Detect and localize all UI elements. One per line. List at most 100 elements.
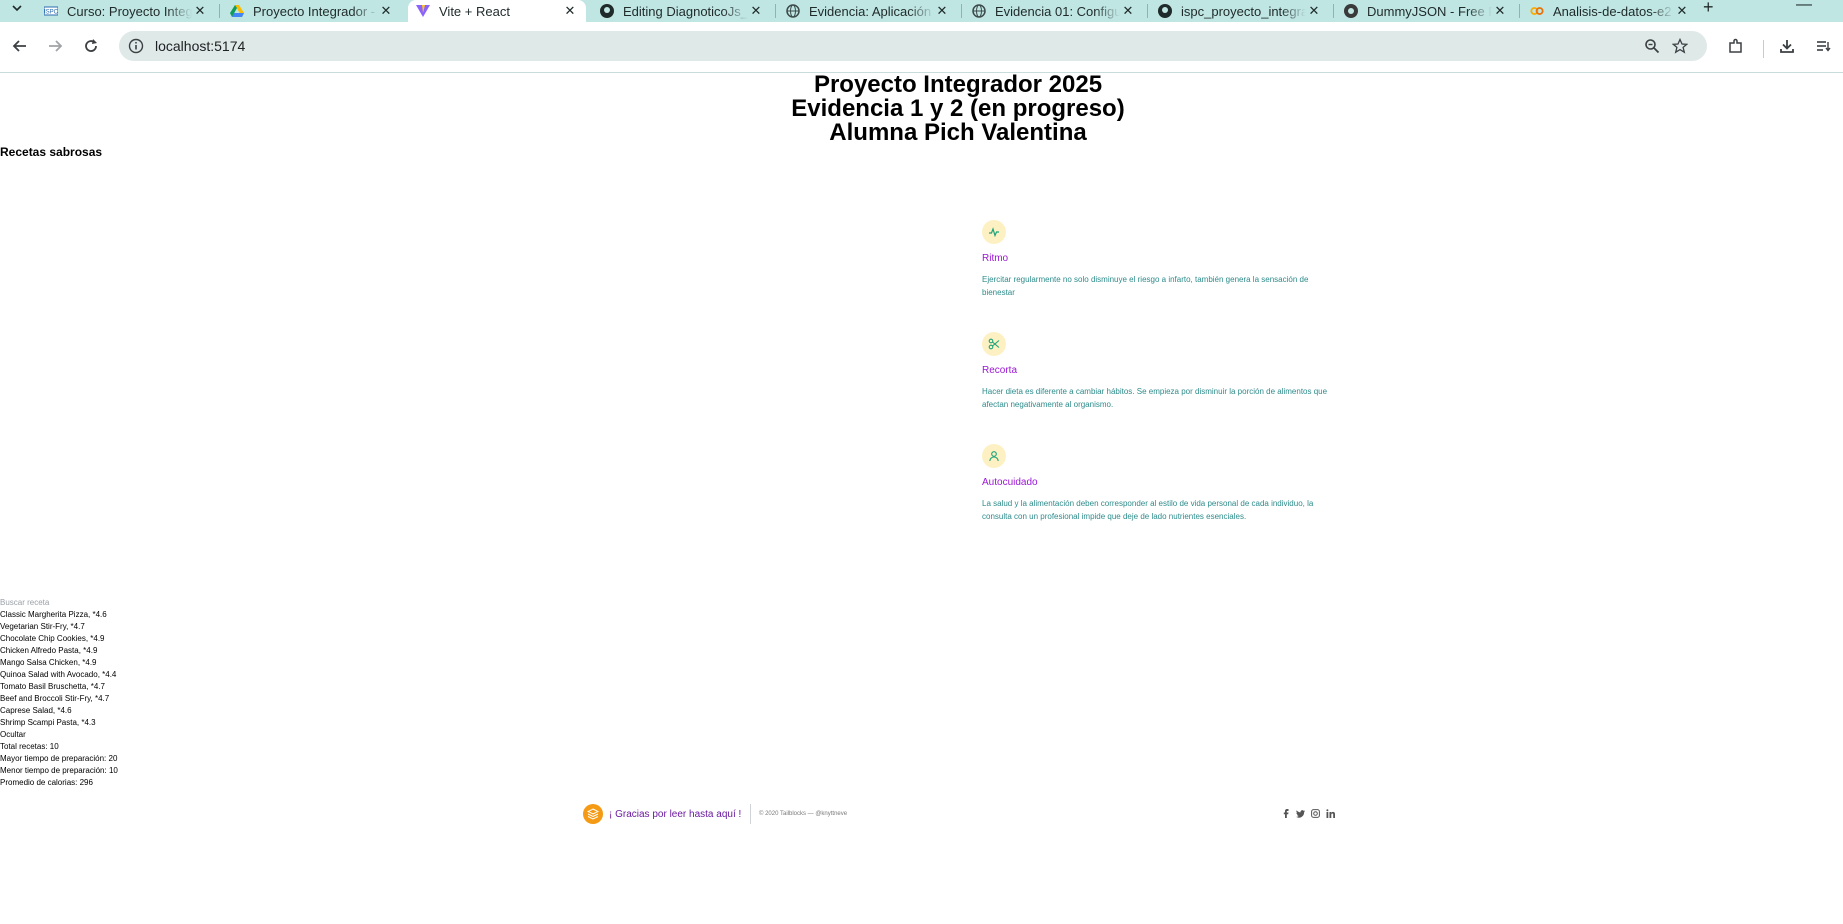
feature-description: Hacer dieta es diferente a cambiar hábit… <box>982 387 1328 409</box>
tab-title: Evidencia: Aplicación <box>809 3 932 19</box>
tab-title: ispc_proyecto_integra <box>1181 3 1306 19</box>
back-arrow-icon[interactable] <box>8 34 32 58</box>
footer-brand-text[interactable]: ¡ Gracias por leer hasta aquí ! <box>609 809 741 820</box>
tab-evidencia-aplicacion[interactable]: Evidencia: Aplicación ✕ <box>778 0 958 22</box>
tab-separator <box>1147 4 1148 18</box>
feature-description: La salud y la alimentación deben corresp… <box>982 499 1314 521</box>
feature-title: Ritmo <box>982 253 1009 264</box>
address-url: localhost:5174 <box>155 38 246 54</box>
tab-close-icon[interactable]: ✕ <box>1674 3 1690 19</box>
globe-favicon-icon <box>786 4 800 18</box>
footer-copyright: © 2020 Tailblocks — @knyttneve <box>759 811 848 817</box>
layers-logo-icon[interactable] <box>583 804 603 824</box>
tab-separator <box>961 4 962 18</box>
tab-ispc-proyecto[interactable]: ispc_proyecto_integra ✕ <box>1150 0 1330 22</box>
stat-total-recipes: Total recetas: 10 <box>0 742 59 751</box>
vite-favicon-icon <box>416 4 430 18</box>
tab-close-icon[interactable]: ✕ <box>192 3 208 19</box>
feature-ritmo: Ritmo Ejercitar regularmente no solo dis… <box>982 220 1342 299</box>
tab-title: Analisis-de-datos-e2 <box>1553 3 1672 19</box>
tab-dummyjson[interactable]: DummyJSON - Free F ✕ <box>1336 0 1516 22</box>
feature-title: Recorta <box>982 365 1018 376</box>
tab-analisis-datos[interactable]: Analisis-de-datos-e2 ✕ <box>1522 0 1698 22</box>
tab-editing-diagnostico[interactable]: Editing DiagnoticoJs_ ✕ <box>592 0 772 22</box>
tab-strip: ISPC Curso: Proyecto Integ ✕ Proyecto In… <box>0 0 1843 22</box>
recipe-list-item: Classic Margherita Pizza, *4.6 <box>0 610 107 619</box>
recipe-list-item: Shrimp Scampi Pasta, *4.3 <box>0 718 96 727</box>
footer-divider <box>750 804 751 824</box>
tab-close-icon[interactable]: ✕ <box>748 3 764 19</box>
tab-evidencia-01[interactable]: Evidencia 01: Configu ✕ <box>964 0 1144 22</box>
dummyjson-favicon-icon <box>1344 4 1358 18</box>
tab-separator <box>219 4 220 18</box>
recipe-list-item: Tomato Basil Bruschetta, *4.7 <box>0 682 105 691</box>
page-header: Proyecto Integrador 2025 Evidencia 1 y 2… <box>0 73 1843 145</box>
browser-toolbar: localhost:5174 <box>0 22 1843 73</box>
new-tab-plus-icon[interactable]: + <box>1703 0 1714 16</box>
social-links <box>1281 809 1335 818</box>
download-icon[interactable] <box>1775 34 1799 58</box>
tab-close-icon[interactable]: ✕ <box>1120 3 1136 19</box>
zoom-icon[interactable] <box>1643 37 1661 55</box>
linkedin-icon[interactable] <box>1326 809 1335 818</box>
svg-text:ISPC: ISPC <box>44 10 58 16</box>
site-info-icon[interactable] <box>128 38 144 54</box>
stat-min-prep-time: Menor tiempo de preparación: 10 <box>0 766 118 775</box>
tab-proyecto-integrador[interactable]: Proyecto Integrador - ✕ <box>222 0 402 22</box>
page-title-line-3: Alumna Pich Valentina <box>829 119 1087 146</box>
tab-title: Editing DiagnoticoJs_ <box>623 3 748 19</box>
reload-icon[interactable] <box>79 34 103 58</box>
page-title-line-2: Evidencia 1 y 2 (en progreso) <box>791 95 1125 122</box>
recipe-list-item: Quinoa Salad with Avocado, *4.4 <box>0 670 117 679</box>
tab-title: Curso: Proyecto Integ <box>67 3 192 19</box>
colab-favicon-icon <box>1530 4 1544 18</box>
recipe-list-item: Chicken Alfredo Pasta, *4.9 <box>0 646 98 655</box>
facebook-icon[interactable] <box>1281 809 1290 818</box>
stat-avg-calories: Promedio de calorias: 296 <box>0 778 93 787</box>
recipes-section-title: Recetas sabrosas <box>0 145 103 159</box>
tab-title: DummyJSON - Free F <box>1367 3 1492 19</box>
recipes-panel: Buscar receta Classic Margherita Pizza, … <box>0 597 118 789</box>
tab-vite-react[interactable]: Vite + React ✕ <box>408 0 586 22</box>
tab-close-icon[interactable]: ✕ <box>934 3 950 19</box>
recipe-search-input[interactable]: Buscar receta <box>0 597 60 609</box>
address-bar[interactable]: localhost:5174 <box>119 31 1707 61</box>
window-minimize-icon[interactable]: — <box>1796 0 1812 13</box>
tab-title: Vite + React <box>439 3 510 19</box>
extensions-puzzle-icon[interactable] <box>1724 34 1748 58</box>
globe-favicon-icon <box>972 4 986 18</box>
tab-title: Proyecto Integrador - <box>253 3 376 19</box>
reading-list-icon[interactable] <box>1811 34 1835 58</box>
tab-curso-proyecto[interactable]: ISPC Curso: Proyecto Integ ✕ <box>36 0 216 22</box>
recipe-list-item: Chocolate Chip Cookies, *4.9 <box>0 634 105 643</box>
scissors-icon <box>982 332 1006 356</box>
pulse-icon <box>982 220 1006 244</box>
stat-max-prep-time: Mayor tiempo de preparación: 20 <box>0 754 118 763</box>
tab-close-icon[interactable]: ✕ <box>562 3 578 19</box>
tab-close-icon[interactable]: ✕ <box>1306 3 1322 19</box>
github-favicon-icon <box>1158 4 1172 18</box>
tab-title: Evidencia 01: Configu <box>995 3 1120 19</box>
feature-autocuidado: Autocuidado La salud y la alimentación d… <box>982 444 1342 523</box>
toolbar-divider <box>1763 40 1764 58</box>
page-footer: ¡ Gracias por leer hasta aquí ! © 2020 T… <box>583 804 1335 826</box>
recipe-list-item: Caprese Salad, *4.6 <box>0 706 72 715</box>
github-favicon-icon <box>600 4 614 18</box>
feature-recorta: Recorta Hacer dieta es diferente a cambi… <box>982 332 1342 411</box>
google-drive-favicon-icon <box>230 4 244 18</box>
tab-close-icon[interactable]: ✕ <box>378 3 394 19</box>
feature-title: Autocuidado <box>982 477 1038 488</box>
tab-close-icon[interactable]: ✕ <box>1492 3 1508 19</box>
user-icon <box>982 444 1006 468</box>
hide-button[interactable]: Ocultar <box>0 729 118 741</box>
tab-separator <box>1333 4 1334 18</box>
forward-arrow-icon[interactable] <box>43 34 67 58</box>
tab-separator <box>775 4 776 18</box>
twitter-icon[interactable] <box>1296 809 1305 818</box>
recipe-list-item: Beef and Broccoli Stir-Fry, *4.7 <box>0 694 110 703</box>
instagram-icon[interactable] <box>1311 809 1320 818</box>
tab-search-chevron-icon[interactable] <box>6 0 28 16</box>
feature-description: Ejercitar regularmente no solo disminuye… <box>982 275 1309 297</box>
bookmark-star-icon[interactable] <box>1671 37 1689 55</box>
page-title-line-1: Proyecto Integrador 2025 <box>813 71 1103 98</box>
